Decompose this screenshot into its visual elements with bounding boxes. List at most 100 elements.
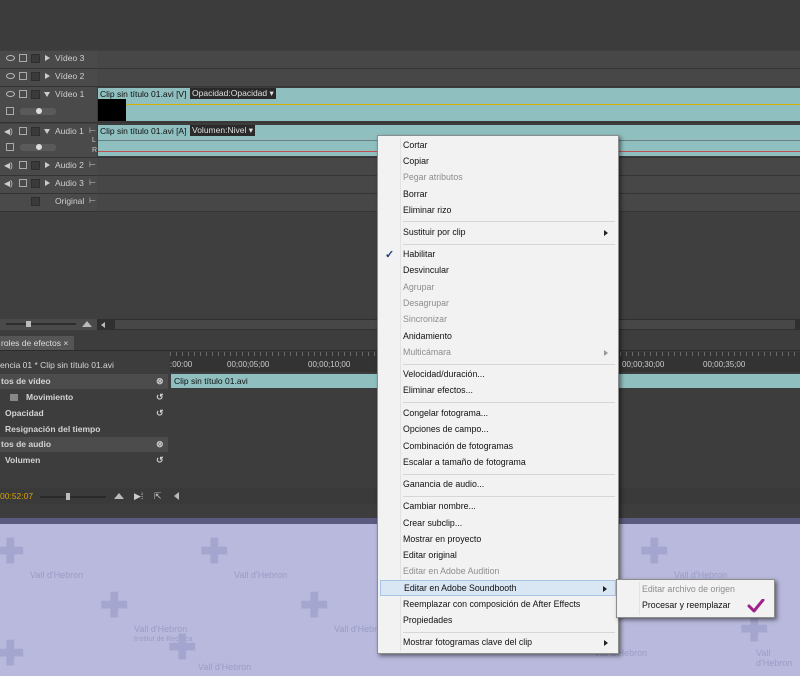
- menu-item-opciones-de-campo[interactable]: Opciones de campo...: [380, 422, 616, 438]
- reset-icon[interactable]: ↺: [156, 408, 164, 419]
- scroll-left-icon[interactable]: [101, 322, 105, 328]
- lock-toggle[interactable]: [31, 127, 40, 136]
- target-icon[interactable]: ⊢: [89, 160, 96, 169]
- menu-item-propiedades[interactable]: Propiedades: [380, 613, 616, 629]
- expand-triangle-icon[interactable]: [45, 73, 50, 79]
- lock-toggle[interactable]: [31, 72, 40, 81]
- menu-item-reemplazar-after-effects[interactable]: Reemplazar con composición de After Effe…: [380, 597, 616, 613]
- zoom-slider-handle[interactable]: [26, 321, 31, 327]
- submenu-item-procesar-y-reemplazar[interactable]: Procesar y reemplazar: [619, 598, 772, 614]
- speaker-icon[interactable]: ◀): [4, 179, 13, 188]
- sync-lock-icon[interactable]: [19, 72, 27, 80]
- menu-item-congelar-fotograma[interactable]: Congelar fotograma...: [380, 406, 616, 422]
- zoom-out-icon[interactable]: [114, 493, 124, 499]
- expand-triangle-icon[interactable]: [45, 180, 50, 186]
- target-icon[interactable]: ⊢: [89, 126, 96, 135]
- menu-item-cambiar-nombre[interactable]: Cambiar nombre...: [380, 499, 616, 515]
- opacity-line[interactable]: [126, 104, 800, 105]
- menu-item-desvincular[interactable]: Desvincular: [380, 263, 616, 279]
- track-content[interactable]: [97, 51, 800, 69]
- sync-lock-icon[interactable]: [19, 127, 27, 135]
- effect-zoom-handle[interactable]: [66, 493, 70, 500]
- current-time[interactable]: 00:52:07: [0, 491, 33, 501]
- sync-lock-icon[interactable]: [19, 161, 27, 169]
- keyframe-add-icon[interactable]: [36, 108, 42, 114]
- collapse-triangle-icon[interactable]: [44, 92, 50, 97]
- menu-item-label: Mostrar fotogramas clave del clip: [403, 637, 533, 647]
- eye-icon[interactable]: [6, 55, 15, 61]
- clip-property-menu[interactable]: Volumen:Nivel ▾: [190, 125, 255, 136]
- keyframe-add-icon[interactable]: [36, 144, 42, 150]
- eye-icon[interactable]: [6, 73, 15, 79]
- speaker-icon[interactable]: ◀): [4, 161, 13, 170]
- submenu-arrow-icon: [604, 640, 608, 646]
- effects-toggle-icon[interactable]: ⊗: [156, 376, 164, 387]
- menu-item-sustituir-por-clip[interactable]: Sustituir por clip: [380, 225, 616, 241]
- track-name: Vídeo 1: [55, 89, 85, 99]
- track-content[interactable]: [97, 69, 800, 87]
- target-icon[interactable]: ⊢: [89, 196, 96, 205]
- menu-item-editar-en-soundbooth[interactable]: Editar en Adobe Soundbooth: [380, 580, 616, 596]
- audio-effects-row[interactable]: tos de audio ⊗: [0, 437, 168, 452]
- opacity-row[interactable]: Opacidad ↺: [0, 406, 168, 421]
- lock-toggle[interactable]: [31, 90, 40, 99]
- speaker-icon[interactable]: ◀): [4, 127, 13, 136]
- track-content[interactable]: Clip sin título 01.avi [V] Opacidad:Opac…: [97, 87, 800, 123]
- menu-item-ganancia-de-audio[interactable]: Ganancia de audio...: [380, 477, 616, 493]
- menu-item-copiar[interactable]: Copiar: [380, 154, 616, 170]
- clip-property-menu[interactable]: Opacidad:Opacidad ▾: [190, 88, 276, 99]
- menu-item-label: Velocidad/duración...: [403, 369, 485, 379]
- menu-item-eliminar-rizo[interactable]: Eliminar rizo: [380, 203, 616, 219]
- menu-item-label: Editar en Adobe Soundbooth: [404, 583, 517, 593]
- menu-item-pegar-atributos: Pegar atributos: [380, 170, 616, 186]
- video-clip[interactable]: Clip sin título 01.avi [V] Opacidad:Opac…: [98, 88, 800, 121]
- volume-row[interactable]: Volumen ↺: [0, 453, 168, 468]
- lock-toggle[interactable]: [31, 179, 40, 188]
- menu-item-borrar[interactable]: Borrar: [380, 187, 616, 203]
- menu-item-eliminar-efectos[interactable]: Eliminar efectos...: [380, 383, 616, 399]
- menu-item-label: Multicámara: [403, 347, 451, 357]
- lock-toggle[interactable]: [31, 197, 40, 206]
- lock-toggle[interactable]: [31, 161, 40, 170]
- target-icon[interactable]: ⊢: [89, 178, 96, 187]
- menu-item-label: Mostrar en proyecto: [403, 534, 482, 544]
- menu-item-cortar[interactable]: Cortar: [380, 138, 616, 154]
- menu-item-escalar-a-tamano[interactable]: Escalar a tamaño de fotograma: [380, 455, 616, 471]
- menu-item-label: Cambiar nombre...: [403, 501, 476, 511]
- menu-item-anidamiento[interactable]: Anidamiento: [380, 329, 616, 345]
- scroll-left-icon[interactable]: [174, 492, 179, 500]
- menu-separator: [403, 474, 615, 475]
- lock-toggle[interactable]: [31, 54, 40, 63]
- reset-icon[interactable]: ↺: [156, 392, 164, 403]
- sync-lock-icon[interactable]: [19, 54, 27, 62]
- tab-effect-controls[interactable]: roles de efectos ×: [0, 336, 74, 350]
- zoom-in-icon[interactable]: [82, 321, 92, 327]
- effects-toggle-icon[interactable]: ⊗: [156, 439, 164, 450]
- play-audio-icon[interactable]: ▶⁞: [134, 491, 143, 502]
- time-remapping-row[interactable]: Resignación del tiempo: [0, 422, 168, 437]
- export-icon[interactable]: ⇱: [154, 491, 162, 502]
- menu-item-editar-original[interactable]: Editar original: [380, 548, 616, 564]
- video-effects-row[interactable]: tos de vídeo ⊗: [0, 374, 168, 389]
- motion-row[interactable]: Movimiento ↺: [0, 390, 168, 405]
- effect-zoom-track[interactable]: [40, 496, 106, 498]
- sync-lock-icon[interactable]: [19, 179, 27, 187]
- zoom-bar: [0, 319, 97, 330]
- eye-icon[interactable]: [6, 91, 15, 97]
- sync-lock-icon[interactable]: [19, 90, 27, 98]
- reset-icon[interactable]: ↺: [156, 455, 164, 466]
- menu-item-habilitar[interactable]: ✓ Habilitar: [380, 247, 616, 263]
- track-header: ◀) Audio 1 ⊢: [0, 124, 97, 158]
- display-style-icon[interactable]: [6, 107, 14, 115]
- expand-triangle-icon[interactable]: [45, 55, 50, 61]
- display-style-icon[interactable]: [6, 143, 14, 151]
- menu-item-velocidad-duracion[interactable]: Velocidad/duración...: [380, 367, 616, 383]
- menu-item-mostrar-en-proyecto[interactable]: Mostrar en proyecto: [380, 532, 616, 548]
- menu-item-combinacion-de-fotogramas[interactable]: Combinación de fotogramas: [380, 439, 616, 455]
- collapse-triangle-icon[interactable]: [44, 129, 50, 134]
- track-header: Vídeo 3: [0, 51, 97, 69]
- expand-triangle-icon[interactable]: [45, 162, 50, 168]
- zoom-track[interactable]: [6, 323, 76, 325]
- menu-item-crear-subclip[interactable]: Crear subclip...: [380, 516, 616, 532]
- menu-item-mostrar-fotogramas-clave[interactable]: Mostrar fotogramas clave del clip: [380, 635, 616, 651]
